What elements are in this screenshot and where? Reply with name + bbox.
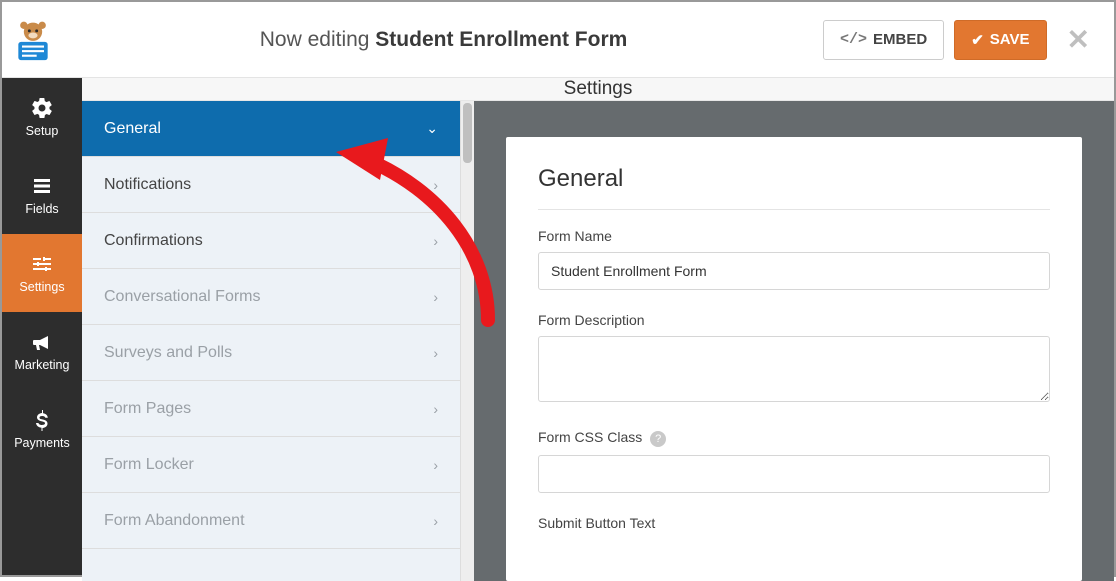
form-css-label-text: Form CSS Class	[538, 429, 642, 445]
rail-payments-label: Payments	[14, 436, 70, 450]
settings-nav-formabandon[interactable]: Form Abandonment ›	[82, 493, 460, 549]
sliders-icon	[30, 252, 54, 276]
form-name-input[interactable]	[538, 252, 1050, 290]
form-name-field: Form Name	[538, 228, 1050, 290]
settings-nav-general[interactable]: General ⌄	[82, 101, 460, 157]
settings-nav-surveys-label: Surveys and Polls	[104, 344, 232, 362]
settings-nav-notifications[interactable]: Notifications ›	[82, 157, 460, 213]
save-button[interactable]: ✔ SAVE	[954, 20, 1046, 60]
left-rail: Setup Fields Settings Marketing Payments	[2, 78, 82, 575]
submit-button-text-label: Submit Button Text	[538, 515, 1050, 531]
editing-title: Now editing Student Enrollment Form	[64, 28, 823, 52]
chevron-right-icon: ›	[433, 457, 438, 473]
close-icon[interactable]: ✕	[1057, 23, 1100, 56]
form-description-field: Form Description	[538, 312, 1050, 407]
chevron-right-icon: ›	[433, 289, 438, 305]
rail-payments[interactable]: Payments	[2, 390, 82, 468]
rail-setup-label: Setup	[26, 124, 59, 138]
form-description-input[interactable]	[538, 336, 1050, 402]
embed-label: EMBED	[873, 31, 927, 48]
settings-nav-conversational-label: Conversational Forms	[104, 288, 261, 306]
form-description-label: Form Description	[538, 312, 1050, 328]
settings-nav-formpages-label: Form Pages	[104, 400, 191, 418]
chevron-right-icon: ›	[433, 177, 438, 193]
general-settings-card: General Form Name Form Description Form …	[506, 137, 1082, 581]
settings-nav-formpages[interactable]: Form Pages ›	[82, 381, 460, 437]
bullhorn-icon	[30, 330, 54, 354]
top-actions: </> EMBED ✔ SAVE ✕	[823, 20, 1114, 60]
settings-nav-formabandon-label: Form Abandonment	[104, 512, 245, 530]
settings-nav-notifications-label: Notifications	[104, 176, 191, 194]
rail-fields[interactable]: Fields	[2, 156, 82, 234]
code-icon: </>	[840, 31, 867, 48]
form-css-field: Form CSS Class ?	[538, 429, 1050, 493]
settings-nav-formlocker[interactable]: Form Locker ›	[82, 437, 460, 493]
settings-nav-confirmations[interactable]: Confirmations ›	[82, 213, 460, 269]
top-bar: Now editing Student Enrollment Form </> …	[2, 2, 1114, 78]
save-label: SAVE	[990, 31, 1030, 48]
settings-preview: General Form Name Form Description Form …	[474, 101, 1114, 581]
rail-marketing-label: Marketing	[15, 358, 70, 372]
chevron-down-icon: ⌄	[426, 120, 438, 137]
chevron-right-icon: ›	[433, 345, 438, 361]
chevron-right-icon: ›	[433, 401, 438, 417]
settings-nav-surveys[interactable]: Surveys and Polls ›	[82, 325, 460, 381]
rail-settings[interactable]: Settings	[2, 234, 82, 312]
settings-nav-confirmations-label: Confirmations	[104, 232, 203, 250]
settings-nav-general-label: General	[104, 120, 161, 138]
page-title: Settings	[82, 78, 1114, 101]
scrollbar-thumb[interactable]	[463, 103, 472, 163]
settings-nav-formlocker-label: Form Locker	[104, 456, 194, 474]
check-icon: ✔	[971, 31, 984, 49]
general-heading: General	[538, 165, 1050, 210]
rail-fields-label: Fields	[25, 202, 58, 216]
rail-marketing[interactable]: Marketing	[2, 312, 82, 390]
form-css-label: Form CSS Class ?	[538, 429, 1050, 447]
gear-icon	[30, 96, 54, 120]
rail-settings-label: Settings	[19, 280, 64, 294]
settings-nav-conversational[interactable]: Conversational Forms ›	[82, 269, 460, 325]
form-css-input[interactable]	[538, 455, 1050, 493]
form-title: Student Enrollment Form	[375, 28, 627, 51]
chevron-right-icon: ›	[433, 513, 438, 529]
list-icon	[30, 174, 54, 198]
rail-setup[interactable]: Setup	[2, 78, 82, 156]
dollar-icon	[30, 408, 54, 432]
embed-button[interactable]: </> EMBED	[823, 20, 944, 60]
settings-nav: General ⌄ Notifications › Confirmations …	[82, 101, 474, 581]
form-name-label: Form Name	[538, 228, 1050, 244]
settings-nav-scrollbar[interactable]	[460, 101, 474, 581]
editing-prefix: Now editing	[260, 28, 376, 51]
app-logo	[2, 18, 64, 62]
help-icon[interactable]: ?	[650, 431, 666, 447]
chevron-right-icon: ›	[433, 233, 438, 249]
submit-button-text-field: Submit Button Text	[538, 515, 1050, 531]
